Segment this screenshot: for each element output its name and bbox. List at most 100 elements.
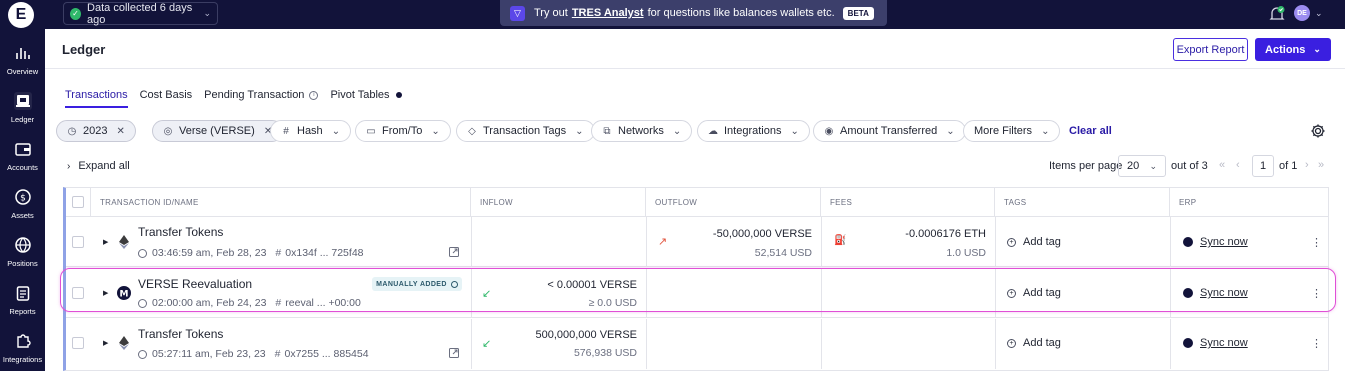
column-divider [995,217,996,266]
column-divider [1170,319,1171,369]
gear-icon[interactable] [1310,123,1326,139]
next-page-icon[interactable]: › [1305,159,1309,171]
clear-all-link[interactable]: Clear all [1069,125,1112,137]
row-checkbox[interactable] [72,236,84,248]
expand-all-toggle[interactable]: › Expand all [67,160,130,172]
filter-chip-from-to[interactable]: ▭ From/To ⌄ [355,120,451,142]
inflow-usd: ≥ 0.0 USD [588,297,637,309]
column-header-fees[interactable]: FEES [821,188,995,217]
sync-now-button[interactable]: Sync now [1183,236,1248,248]
promo-link[interactable]: TRES Analyst [572,7,644,19]
gas-icon: ⛽ [834,235,847,246]
filter-chip-label: Hash [297,125,323,137]
expand-row-icon[interactable]: ▶ [103,289,108,297]
more-options-icon[interactable]: ⋮ [1311,236,1322,249]
add-tag-button[interactable]: + Add tag [1007,287,1061,299]
row-checkbox[interactable] [72,287,84,299]
filter-chip-year[interactable]: ◷ 2023 ✕ [56,120,136,142]
filter-chip-amount-transferred[interactable]: ◉ Amount Transferred ⌄ [813,120,966,142]
row-checkbox[interactable] [72,337,84,349]
expand-row-icon[interactable]: ▶ [103,339,108,347]
sync-now-button[interactable]: Sync now [1183,287,1248,299]
badge-label: MANUALLY ADDED [376,280,447,288]
transaction-name[interactable]: VERSE Reevaluation [138,277,252,291]
items-per-page-select[interactable]: 20 ⌄ [1118,155,1166,177]
app-logo[interactable]: E [8,2,34,28]
chevron-down-icon: ⌄ [1313,44,1321,54]
inflow-arrow-icon: ↙ [482,338,492,350]
more-options-icon[interactable]: ⋮ [1311,337,1322,350]
tab-pivot-tables[interactable]: Pivot Tables [330,89,402,101]
puzzle-icon [16,334,31,348]
svg-text:M: M [120,290,129,300]
clock-icon [138,248,147,258]
expand-row-icon[interactable]: ▶ [103,238,108,246]
column-header-inflow[interactable]: INFLOW [471,188,646,217]
outflow-arrow-icon: ↗ [658,236,668,248]
filter-chip-asset[interactable]: ◎ Verse (VERSE) ✕ [152,120,284,142]
analyst-icon: ▽ [510,5,525,21]
sync-now-label: Sync now [1200,337,1248,349]
sidebar-item-label: Ledger [10,115,35,124]
actions-label: Actions [1265,43,1306,56]
filter-chip-transaction-tags[interactable]: ◇ Transaction Tags ⌄ [456,120,595,142]
page-number-input[interactable]: 1 [1252,155,1274,177]
filter-chip-more-filters[interactable]: More Filters ⌄ [963,120,1061,142]
hash-icon: # [283,125,289,137]
table-row[interactable]: ▶ M VERSE Reevaluation MANUALLY ADDED 02… [66,268,1329,318]
clipboard-icon [16,286,29,301]
data-status-dropdown[interactable]: ✓ Data collected 6 days ago ⌄ [63,1,218,26]
sidebar-item-reports[interactable]: Reports [0,284,45,316]
sidebar-item-positions[interactable]: Positions [0,236,45,268]
transaction-name[interactable]: Transfer Tokens [138,225,223,239]
export-report-button[interactable]: Export Report [1173,38,1248,61]
tab-transactions[interactable]: Transactions [65,89,128,108]
inflow-amount: 500,000,000 VERSE [535,329,637,341]
table-row[interactable]: ▶ Transfer Tokens 05:27:11 am, Feb 23, 2… [66,319,1329,369]
column-header-tags[interactable]: TAGS [995,188,1170,217]
data-status-label: Data collected 6 days ago [87,1,193,26]
table-row[interactable]: ▶ Transfer Tokens 03:46:59 am, Feb 28, 2… [66,217,1329,267]
last-page-icon[interactable]: » [1318,159,1324,171]
chevron-down-icon: ⌄ [575,125,584,137]
filter-chip-networks[interactable]: ⧉ Networks ⌄ [591,120,693,142]
promo-banner[interactable]: ▽ Try out TRES Analyst for questions lik… [500,0,887,26]
filter-chip-hash[interactable]: # Hash ⌄ [270,120,352,142]
column-header-erp[interactable]: ERP [1170,188,1329,217]
sidebar-item-accounts[interactable]: Accounts [0,140,45,172]
sidebar-item-assets[interactable]: $ Assets [0,188,45,220]
ledger-tabs: Transactions Cost Basis Pending Transact… [65,89,402,108]
sidebar-item-ledger[interactable]: Ledger [0,92,45,124]
hash-icon: # [275,297,282,309]
column-divider [646,319,647,369]
sidebar-item-integrations[interactable]: Integrations [0,332,45,364]
sidebar-item-label: Accounts [7,163,38,172]
filter-chip-integrations[interactable]: ☁ Integrations ⌄ [697,120,810,142]
sync-now-button[interactable]: Sync now [1183,337,1248,349]
inflow-arrow-icon: ↙ [482,288,492,300]
avatar[interactable]: DE [1294,5,1310,21]
prev-page-icon[interactable]: ‹ [1236,159,1240,171]
more-options-icon[interactable]: ⋮ [1311,287,1322,300]
first-page-icon[interactable]: « [1219,159,1225,171]
promo-prefix: Try out [534,7,568,19]
add-tag-button[interactable]: + Add tag [1007,236,1061,248]
close-icon[interactable]: ✕ [116,126,124,137]
external-link-icon[interactable] [449,348,459,358]
notification-bell-icon[interactable] [1268,5,1286,23]
column-divider [471,217,472,266]
column-header-outflow[interactable]: OUTFLOW [646,188,821,217]
add-tag-button[interactable]: + Add tag [1007,337,1061,349]
chevron-down-icon: ⌄ [946,125,955,137]
actions-button[interactable]: Actions ⌄ [1255,38,1331,61]
column-header-transaction[interactable]: TRANSACTION ID/NAME [91,188,471,217]
tab-cost-basis[interactable]: Cost Basis [140,89,193,101]
transaction-name[interactable]: Transfer Tokens [138,327,223,341]
chevron-down-icon[interactable]: ⌄ [1315,8,1323,19]
clock-icon: ◷ [67,125,77,137]
tab-pending-transaction[interactable]: Pending Transaction i [204,89,319,101]
select-all-checkbox[interactable] [72,196,84,208]
external-link-icon[interactable] [449,247,459,257]
expand-all-label: Expand all [78,160,130,172]
sidebar-item-overview[interactable]: Overview [0,44,45,76]
